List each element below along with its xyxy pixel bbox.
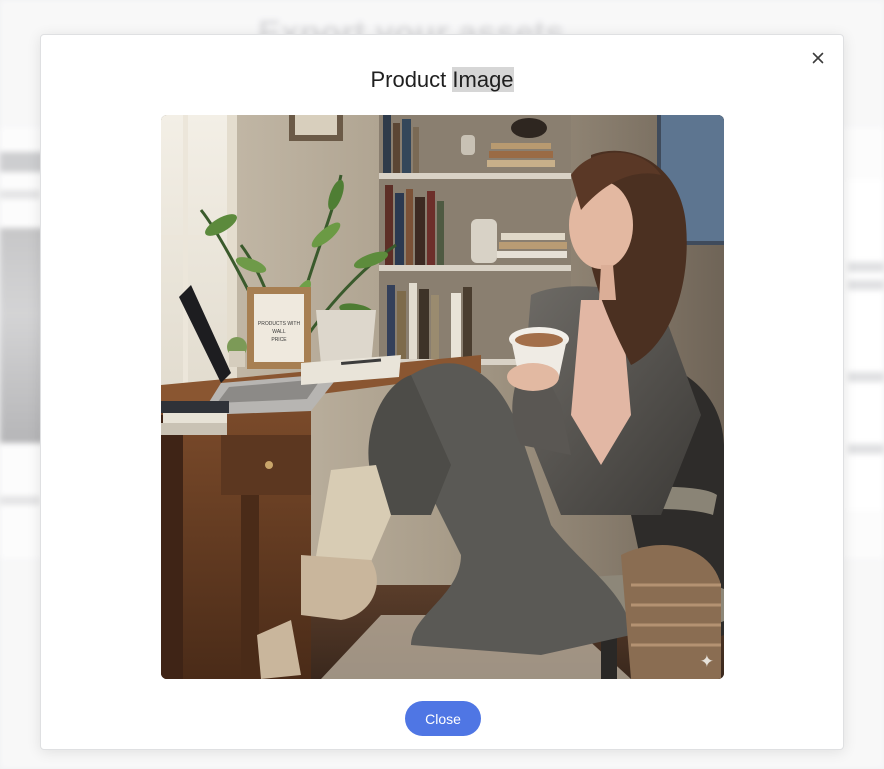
frame-print: PRODUCTS WITH [258,321,301,327]
product-photo: PRODUCTS WITH WALL PRICE [161,115,724,679]
product-image-dialog: Product Image PRODUCTS WITH WALL PRICE ✦… [40,34,844,750]
close-icon [812,52,824,64]
svg-text:WALL: WALL [272,329,286,335]
dialog-title-text: Product [370,67,453,92]
close-button[interactable]: Close [405,701,481,736]
dialog-title-highlight: Image [452,67,514,92]
product-image: PRODUCTS WITH WALL PRICE ✦ [161,115,724,679]
dialog-title: Product Image [41,66,843,94]
svg-text:PRICE: PRICE [271,337,287,343]
sparkle-icon: ✦ [699,652,714,671]
